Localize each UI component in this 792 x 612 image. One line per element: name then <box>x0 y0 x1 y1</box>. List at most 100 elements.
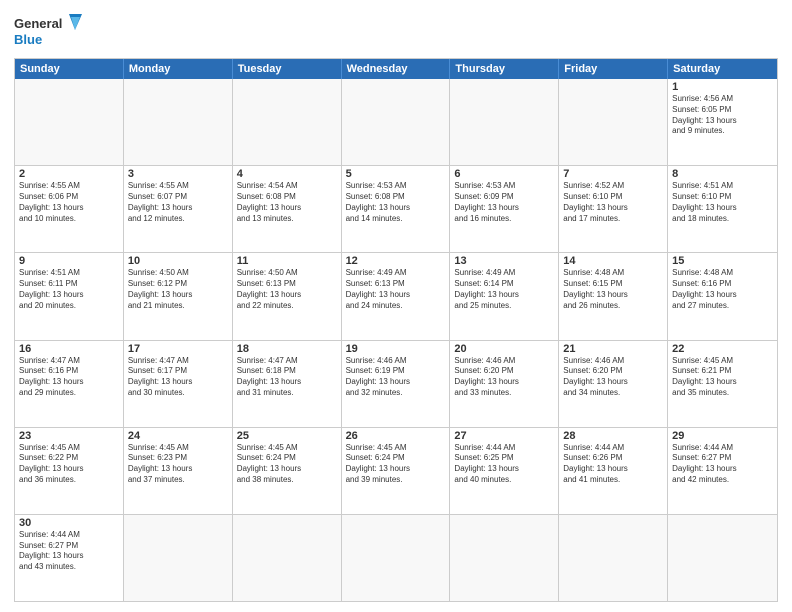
calendar-cell: 7Sunrise: 4:52 AM Sunset: 6:10 PM Daylig… <box>559 166 668 252</box>
day-info: Sunrise: 4:45 AM Sunset: 6:21 PM Dayligh… <box>672 356 773 399</box>
calendar-header-cell: Tuesday <box>233 59 342 79</box>
calendar-row: 16Sunrise: 4:47 AM Sunset: 6:16 PM Dayli… <box>15 340 777 427</box>
day-info: Sunrise: 4:44 AM Sunset: 6:27 PM Dayligh… <box>672 443 773 486</box>
calendar-header-cell: Thursday <box>450 59 559 79</box>
day-number: 10 <box>128 255 228 267</box>
calendar-cell: 25Sunrise: 4:45 AM Sunset: 6:24 PM Dayli… <box>233 428 342 514</box>
calendar-cell: 15Sunrise: 4:48 AM Sunset: 6:16 PM Dayli… <box>668 253 777 339</box>
day-number: 14 <box>563 255 663 267</box>
day-info: Sunrise: 4:47 AM Sunset: 6:16 PM Dayligh… <box>19 356 119 399</box>
day-info: Sunrise: 4:55 AM Sunset: 6:06 PM Dayligh… <box>19 181 119 224</box>
day-info: Sunrise: 4:51 AM Sunset: 6:10 PM Dayligh… <box>672 181 773 224</box>
calendar-cell: 13Sunrise: 4:49 AM Sunset: 6:14 PM Dayli… <box>450 253 559 339</box>
day-info: Sunrise: 4:56 AM Sunset: 6:05 PM Dayligh… <box>672 94 773 137</box>
day-info: Sunrise: 4:52 AM Sunset: 6:10 PM Dayligh… <box>563 181 663 224</box>
day-info: Sunrise: 4:45 AM Sunset: 6:23 PM Dayligh… <box>128 443 228 486</box>
day-number: 7 <box>563 168 663 180</box>
day-number: 2 <box>19 168 119 180</box>
calendar-cell: 11Sunrise: 4:50 AM Sunset: 6:13 PM Dayli… <box>233 253 342 339</box>
day-info: Sunrise: 4:46 AM Sunset: 6:20 PM Dayligh… <box>454 356 554 399</box>
logo: General Blue <box>14 10 84 52</box>
day-info: Sunrise: 4:44 AM Sunset: 6:27 PM Dayligh… <box>19 530 119 573</box>
calendar-cell: 26Sunrise: 4:45 AM Sunset: 6:24 PM Dayli… <box>342 428 451 514</box>
day-number: 25 <box>237 430 337 442</box>
svg-text:General: General <box>14 16 62 31</box>
day-number: 12 <box>346 255 446 267</box>
calendar-cell: 29Sunrise: 4:44 AM Sunset: 6:27 PM Dayli… <box>668 428 777 514</box>
calendar-cell: 2Sunrise: 4:55 AM Sunset: 6:06 PM Daylig… <box>15 166 124 252</box>
calendar-cell <box>559 79 668 165</box>
calendar-cell: 4Sunrise: 4:54 AM Sunset: 6:08 PM Daylig… <box>233 166 342 252</box>
day-number: 5 <box>346 168 446 180</box>
day-info: Sunrise: 4:53 AM Sunset: 6:08 PM Dayligh… <box>346 181 446 224</box>
day-info: Sunrise: 4:50 AM Sunset: 6:12 PM Dayligh… <box>128 268 228 311</box>
calendar-row: 2Sunrise: 4:55 AM Sunset: 6:06 PM Daylig… <box>15 165 777 252</box>
calendar-cell: 6Sunrise: 4:53 AM Sunset: 6:09 PM Daylig… <box>450 166 559 252</box>
day-info: Sunrise: 4:50 AM Sunset: 6:13 PM Dayligh… <box>237 268 337 311</box>
day-info: Sunrise: 4:55 AM Sunset: 6:07 PM Dayligh… <box>128 181 228 224</box>
day-number: 23 <box>19 430 119 442</box>
calendar-row: 1Sunrise: 4:56 AM Sunset: 6:05 PM Daylig… <box>15 79 777 165</box>
calendar-header-cell: Saturday <box>668 59 777 79</box>
day-info: Sunrise: 4:46 AM Sunset: 6:19 PM Dayligh… <box>346 356 446 399</box>
day-number: 16 <box>19 343 119 355</box>
day-info: Sunrise: 4:54 AM Sunset: 6:08 PM Dayligh… <box>237 181 337 224</box>
calendar-cell: 18Sunrise: 4:47 AM Sunset: 6:18 PM Dayli… <box>233 341 342 427</box>
calendar-cell: 9Sunrise: 4:51 AM Sunset: 6:11 PM Daylig… <box>15 253 124 339</box>
page: General Blue SundayMondayTuesdayWednesda… <box>0 0 792 612</box>
calendar-cell: 22Sunrise: 4:45 AM Sunset: 6:21 PM Dayli… <box>668 341 777 427</box>
calendar-cell <box>450 515 559 601</box>
calendar-cell: 10Sunrise: 4:50 AM Sunset: 6:12 PM Dayli… <box>124 253 233 339</box>
day-number: 18 <box>237 343 337 355</box>
day-number: 1 <box>672 81 773 93</box>
day-number: 20 <box>454 343 554 355</box>
calendar-cell <box>124 515 233 601</box>
calendar-cell: 23Sunrise: 4:45 AM Sunset: 6:22 PM Dayli… <box>15 428 124 514</box>
day-number: 6 <box>454 168 554 180</box>
calendar-cell: 8Sunrise: 4:51 AM Sunset: 6:10 PM Daylig… <box>668 166 777 252</box>
day-info: Sunrise: 4:49 AM Sunset: 6:13 PM Dayligh… <box>346 268 446 311</box>
calendar-header: SundayMondayTuesdayWednesdayThursdayFrid… <box>15 59 777 79</box>
calendar-cell: 14Sunrise: 4:48 AM Sunset: 6:15 PM Dayli… <box>559 253 668 339</box>
day-info: Sunrise: 4:47 AM Sunset: 6:17 PM Dayligh… <box>128 356 228 399</box>
day-number: 26 <box>346 430 446 442</box>
calendar-cell: 30Sunrise: 4:44 AM Sunset: 6:27 PM Dayli… <box>15 515 124 601</box>
calendar-cell: 3Sunrise: 4:55 AM Sunset: 6:07 PM Daylig… <box>124 166 233 252</box>
day-number: 30 <box>19 517 119 529</box>
calendar-cell <box>559 515 668 601</box>
calendar-cell: 27Sunrise: 4:44 AM Sunset: 6:25 PM Dayli… <box>450 428 559 514</box>
svg-text:Blue: Blue <box>14 32 42 47</box>
calendar-cell: 21Sunrise: 4:46 AM Sunset: 6:20 PM Dayli… <box>559 341 668 427</box>
calendar-cell <box>233 515 342 601</box>
calendar-row: 9Sunrise: 4:51 AM Sunset: 6:11 PM Daylig… <box>15 252 777 339</box>
day-number: 3 <box>128 168 228 180</box>
day-number: 4 <box>237 168 337 180</box>
calendar-cell <box>124 79 233 165</box>
day-info: Sunrise: 4:47 AM Sunset: 6:18 PM Dayligh… <box>237 356 337 399</box>
day-info: Sunrise: 4:51 AM Sunset: 6:11 PM Dayligh… <box>19 268 119 311</box>
calendar-cell: 1Sunrise: 4:56 AM Sunset: 6:05 PM Daylig… <box>668 79 777 165</box>
day-number: 8 <box>672 168 773 180</box>
calendar-cell: 5Sunrise: 4:53 AM Sunset: 6:08 PM Daylig… <box>342 166 451 252</box>
calendar-cell <box>233 79 342 165</box>
day-number: 24 <box>128 430 228 442</box>
day-number: 13 <box>454 255 554 267</box>
calendar-header-cell: Monday <box>124 59 233 79</box>
day-number: 9 <box>19 255 119 267</box>
day-info: Sunrise: 4:48 AM Sunset: 6:15 PM Dayligh… <box>563 268 663 311</box>
calendar-cell <box>342 515 451 601</box>
day-number: 29 <box>672 430 773 442</box>
day-number: 28 <box>563 430 663 442</box>
calendar-cell: 24Sunrise: 4:45 AM Sunset: 6:23 PM Dayli… <box>124 428 233 514</box>
calendar: SundayMondayTuesdayWednesdayThursdayFrid… <box>14 58 778 602</box>
calendar-body: 1Sunrise: 4:56 AM Sunset: 6:05 PM Daylig… <box>15 79 777 601</box>
day-number: 15 <box>672 255 773 267</box>
day-info: Sunrise: 4:44 AM Sunset: 6:26 PM Dayligh… <box>563 443 663 486</box>
day-info: Sunrise: 4:46 AM Sunset: 6:20 PM Dayligh… <box>563 356 663 399</box>
day-info: Sunrise: 4:49 AM Sunset: 6:14 PM Dayligh… <box>454 268 554 311</box>
calendar-header-cell: Wednesday <box>342 59 451 79</box>
day-info: Sunrise: 4:45 AM Sunset: 6:22 PM Dayligh… <box>19 443 119 486</box>
day-number: 11 <box>237 255 337 267</box>
day-info: Sunrise: 4:45 AM Sunset: 6:24 PM Dayligh… <box>237 443 337 486</box>
logo-svg: General Blue <box>14 10 84 52</box>
